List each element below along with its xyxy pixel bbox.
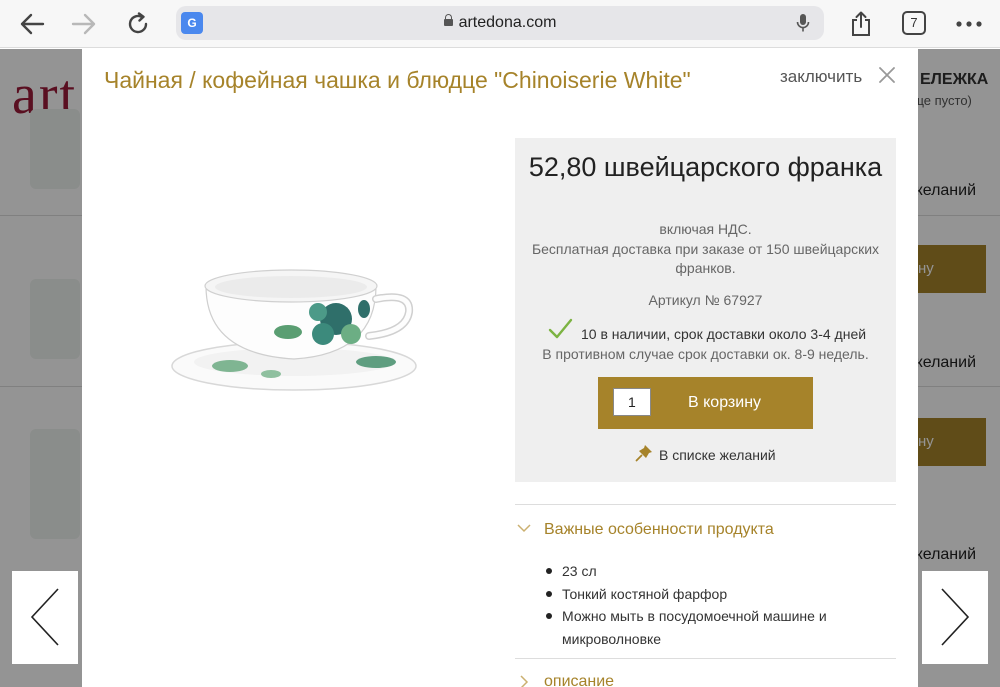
checkmark-icon xyxy=(548,318,573,339)
chevron-right-icon xyxy=(941,588,970,646)
reload-button[interactable] xyxy=(120,6,156,42)
alt-delivery-note: В противном случае срок доставки ок. 8-9… xyxy=(542,346,869,362)
wishlist-label: В списке желаний xyxy=(659,447,776,463)
features-toggle[interactable]: Важные особенности продукта xyxy=(515,519,896,543)
buy-box: 52,80 швейцарского франка включая НДС. Б… xyxy=(515,138,896,482)
back-button[interactable] xyxy=(14,6,50,42)
add-to-cart-label: В корзину xyxy=(688,394,762,411)
price: 52,80 швейцарского франка xyxy=(528,152,883,182)
reload-icon xyxy=(128,12,148,34)
description-title: описание xyxy=(544,673,615,687)
url-label: artedona.com xyxy=(458,14,557,31)
description-toggle[interactable]: описание xyxy=(515,673,896,687)
more-dots-icon xyxy=(956,21,982,27)
close-x-icon[interactable] xyxy=(878,66,896,84)
microphone-icon[interactable] xyxy=(796,13,810,33)
list-item: 23 сл xyxy=(543,560,843,583)
product-modal: Чайная / кофейная чашка и блюдце "Chinoi… xyxy=(82,49,918,687)
share-button[interactable] xyxy=(843,6,879,42)
chevron-right-icon xyxy=(520,675,529,687)
features-section: Важные особенности продукта 23 сл Тонкий… xyxy=(515,504,896,647)
shipping-note: Бесплатная доставка при заказе от 150 шв… xyxy=(531,241,880,276)
chevron-left-icon xyxy=(30,588,59,646)
features-list: 23 сл Тонкий костяной фарфор Можно мыть … xyxy=(543,560,843,650)
divider xyxy=(515,658,896,659)
close-label[interactable]: заключить xyxy=(780,67,862,87)
forward-button[interactable] xyxy=(66,6,102,42)
arrow-right-icon xyxy=(71,13,96,35)
pin-icon xyxy=(635,445,652,462)
chevron-down-icon xyxy=(517,524,531,533)
add-to-cart-button[interactable]: В корзину xyxy=(598,377,813,429)
product-image xyxy=(171,269,417,391)
features-title: Важные особенности продукта xyxy=(544,521,774,538)
product-title: Чайная / кофейная чашка и блюдце "Chinoi… xyxy=(104,67,691,93)
next-product-button[interactable] xyxy=(922,571,988,664)
list-item: Тонкий костяной фарфор xyxy=(543,583,843,606)
browser-toolbar: G artedona.com 7 xyxy=(0,0,1000,48)
arrow-left-icon xyxy=(20,13,45,35)
share-icon xyxy=(852,11,870,36)
url-text: artedona.com xyxy=(176,14,824,32)
list-item: Можно мыть в посудомоечной машине и микр… xyxy=(543,605,843,650)
address-bar[interactable]: G artedona.com xyxy=(176,6,824,40)
more-button[interactable] xyxy=(951,6,987,42)
vat-note: включая НДС. xyxy=(659,221,752,237)
previous-product-button[interactable] xyxy=(12,571,78,664)
stock-status: 10 в наличии, срок доставки около 3-4 дн… xyxy=(581,326,867,342)
quantity-input[interactable] xyxy=(613,388,651,416)
tab-count-button[interactable]: 7 xyxy=(902,11,926,35)
sku: Артикул № 67927 xyxy=(648,292,763,308)
lock-icon xyxy=(443,14,453,26)
